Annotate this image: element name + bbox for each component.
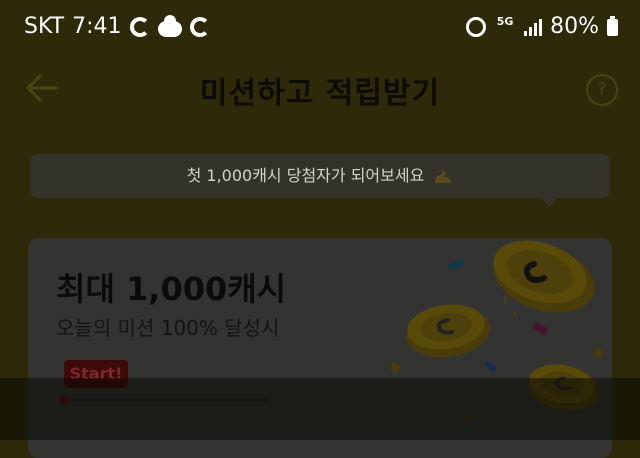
alarm-icon [466, 16, 487, 37]
card-subtitle: 오늘의 미션 100% 달성시 [56, 316, 280, 340]
status-bar: SKT 7:41 5G 80% [0, 0, 640, 56]
battery-icon [607, 16, 618, 36]
flexed-arm-icon [435, 170, 452, 183]
coin-notification-icon-2 [189, 16, 210, 37]
signal-icon [524, 18, 543, 36]
notice-text: 첫 1,000캐시 당첨자가 되어보세요 [186, 166, 425, 185]
network-5g-icon: 5G [496, 14, 514, 28]
bubble-tail [540, 197, 558, 207]
card-title: 최대 1,000캐시 [56, 270, 287, 308]
coin-notification-icon [129, 16, 150, 37]
page-title: 미션하고 적립받기 [199, 76, 441, 111]
status-left: SKT 7:41 [24, 14, 210, 39]
battery-percent: 80% [550, 14, 599, 39]
bottom-overlay [0, 378, 640, 440]
question-circle-icon[interactable]: ? [586, 74, 618, 106]
status-right: 5G 80% [466, 14, 618, 39]
notice-bubble: 첫 1,000캐시 당첨자가 되어보세요 [30, 154, 610, 198]
coin-medium [406, 304, 490, 358]
carrier-label: SKT [24, 14, 65, 39]
coin-large [493, 240, 595, 313]
clock-label: 7:41 [72, 14, 122, 39]
app-header: 미션하고 적립받기 ? [0, 56, 640, 120]
cloud-sun-icon [157, 14, 182, 37]
